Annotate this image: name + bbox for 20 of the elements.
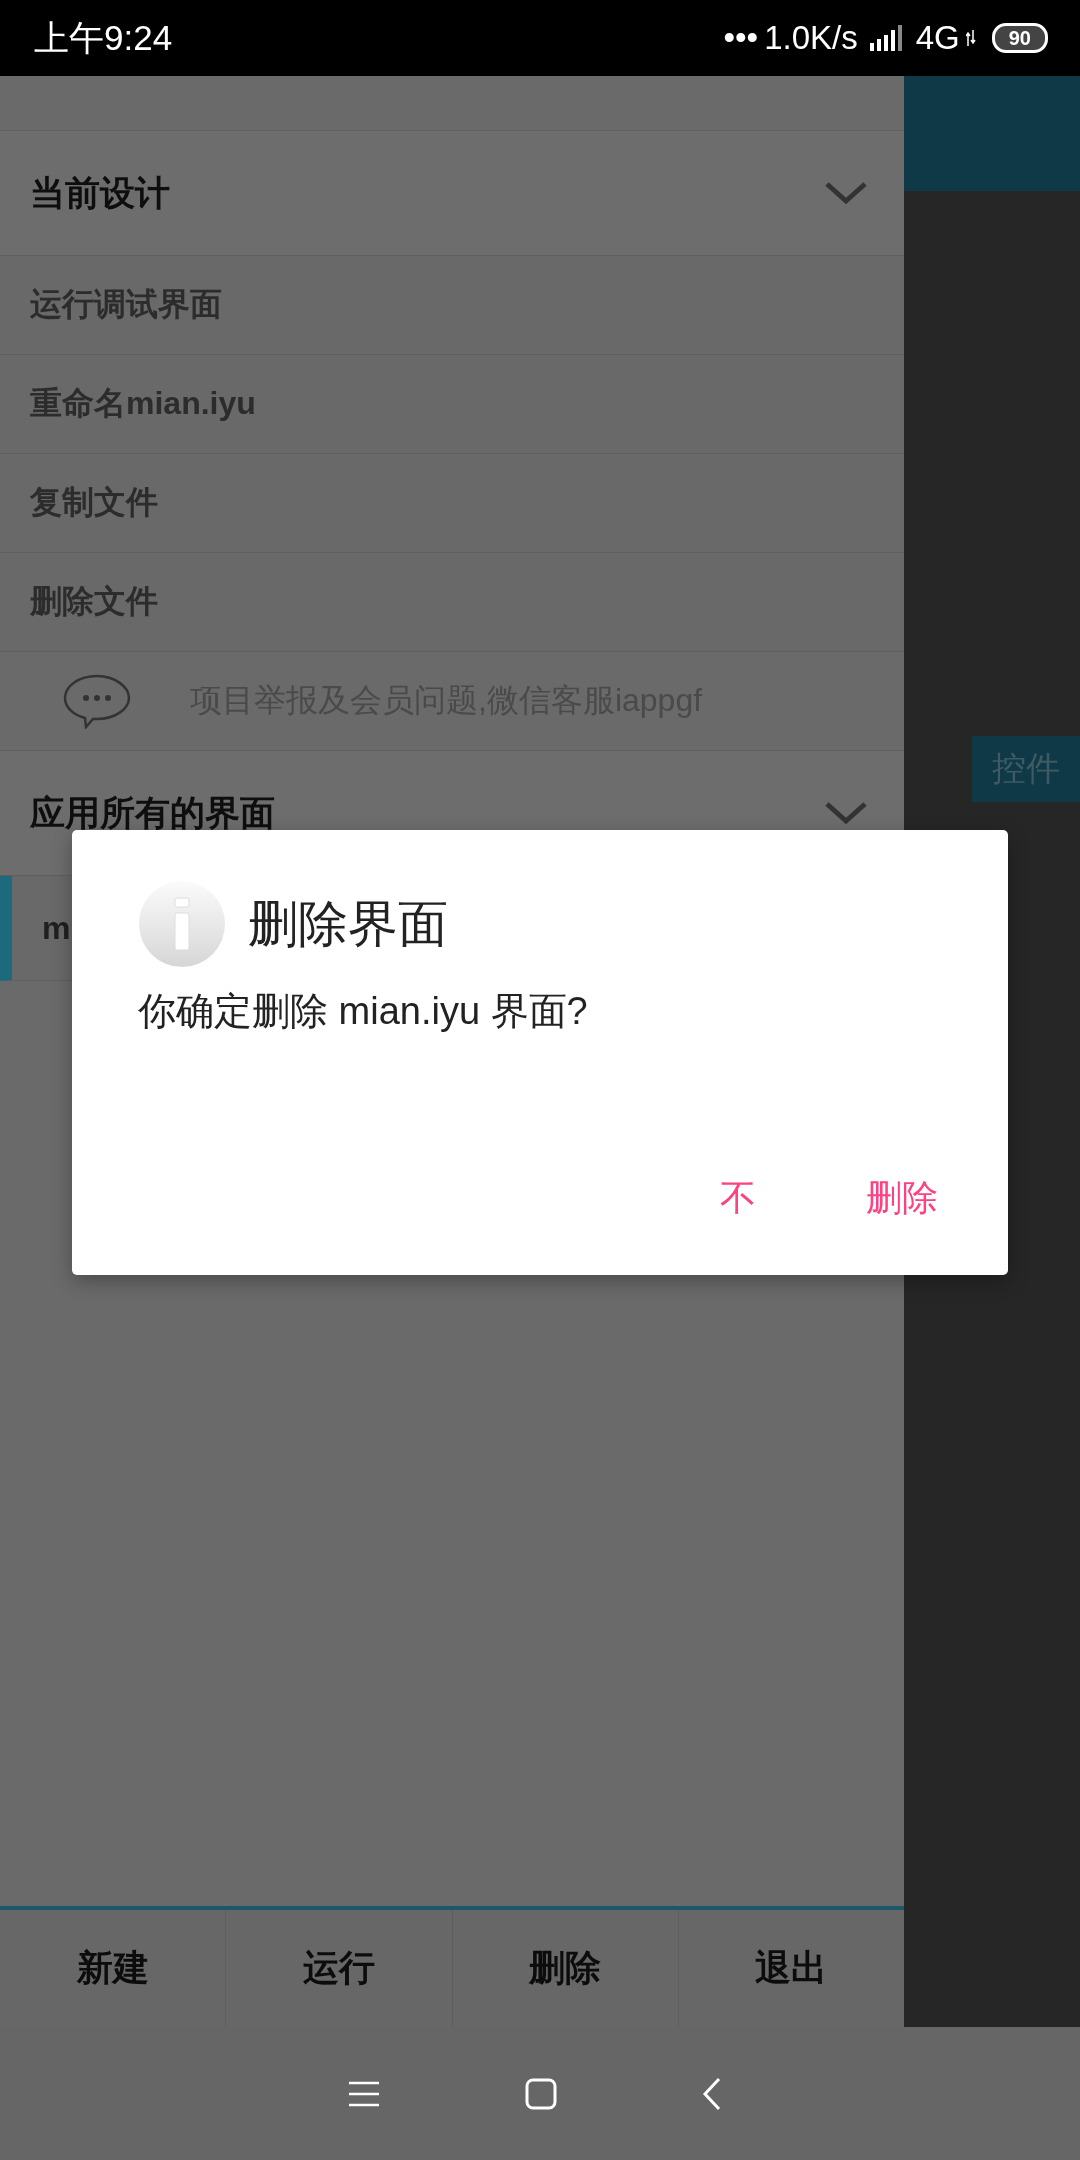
clock-text: 上午9:24 [34, 16, 173, 59]
network-type-text: 4G [915, 19, 960, 57]
section-title: 应用所有的界面 [30, 791, 275, 834]
notification-dots: ••• [723, 19, 759, 57]
battery-indicator: 90 [991, 23, 1048, 53]
toolbar-button[interactable]: 退出 [678, 1910, 904, 2027]
dialog-button[interactable]: 删除 [866, 1174, 938, 1223]
dialog-message: 你确定删除 mian.iyu 界面? [138, 989, 589, 1034]
network-speed-text: 1.0K/s [764, 19, 858, 57]
dialog-title: 删除界面 [248, 894, 448, 954]
signal-icon [869, 25, 904, 51]
menu-icon[interactable] [348, 2080, 380, 2107]
home-icon[interactable] [525, 2077, 557, 2110]
dialog-button[interactable]: 不 [720, 1174, 756, 1223]
back-icon[interactable] [702, 2076, 722, 2111]
chevron-down-icon [824, 181, 868, 205]
chevron-down-icon [824, 801, 868, 825]
data-arrows-icon [965, 30, 976, 46]
section-title: 当前设计 [30, 171, 170, 214]
chat-bubble-icon [62, 673, 132, 729]
